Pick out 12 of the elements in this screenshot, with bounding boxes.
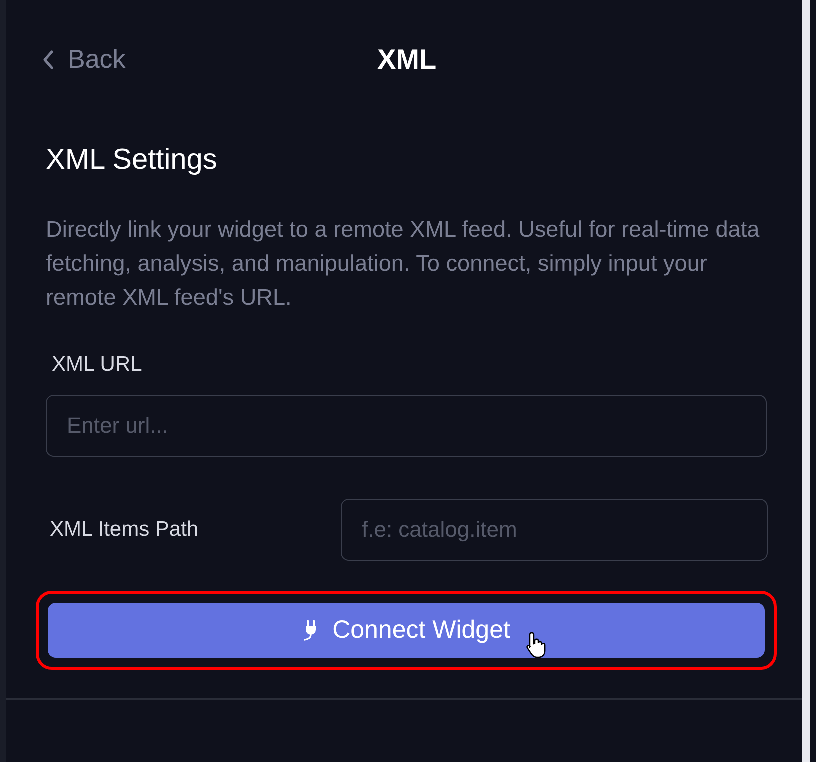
hand-cursor-icon: [526, 631, 548, 659]
input-field[interactable]: f.e: catalog.item: [341, 499, 768, 561]
section-heading: XML Settings: [46, 144, 218, 177]
field-label: XML Items Path: [50, 518, 200, 542]
field-label: XML URL: [52, 353, 144, 377]
plug-icon: [302, 620, 319, 642]
page-title: XML: [377, 44, 437, 76]
chevron-left-icon: [42, 50, 54, 70]
back-link[interactable]: Back: [42, 44, 126, 75]
section-description: Directly link your widget to a remote XML feed. Useful for real-time data fetching, analysis, and manipulation. To connect, simply input your remote XML feed's URL.: [46, 216, 761, 312]
input-field[interactable]: Enter url...: [46, 395, 767, 457]
connect-button[interactable]: Connect Widget: [48, 603, 765, 658]
